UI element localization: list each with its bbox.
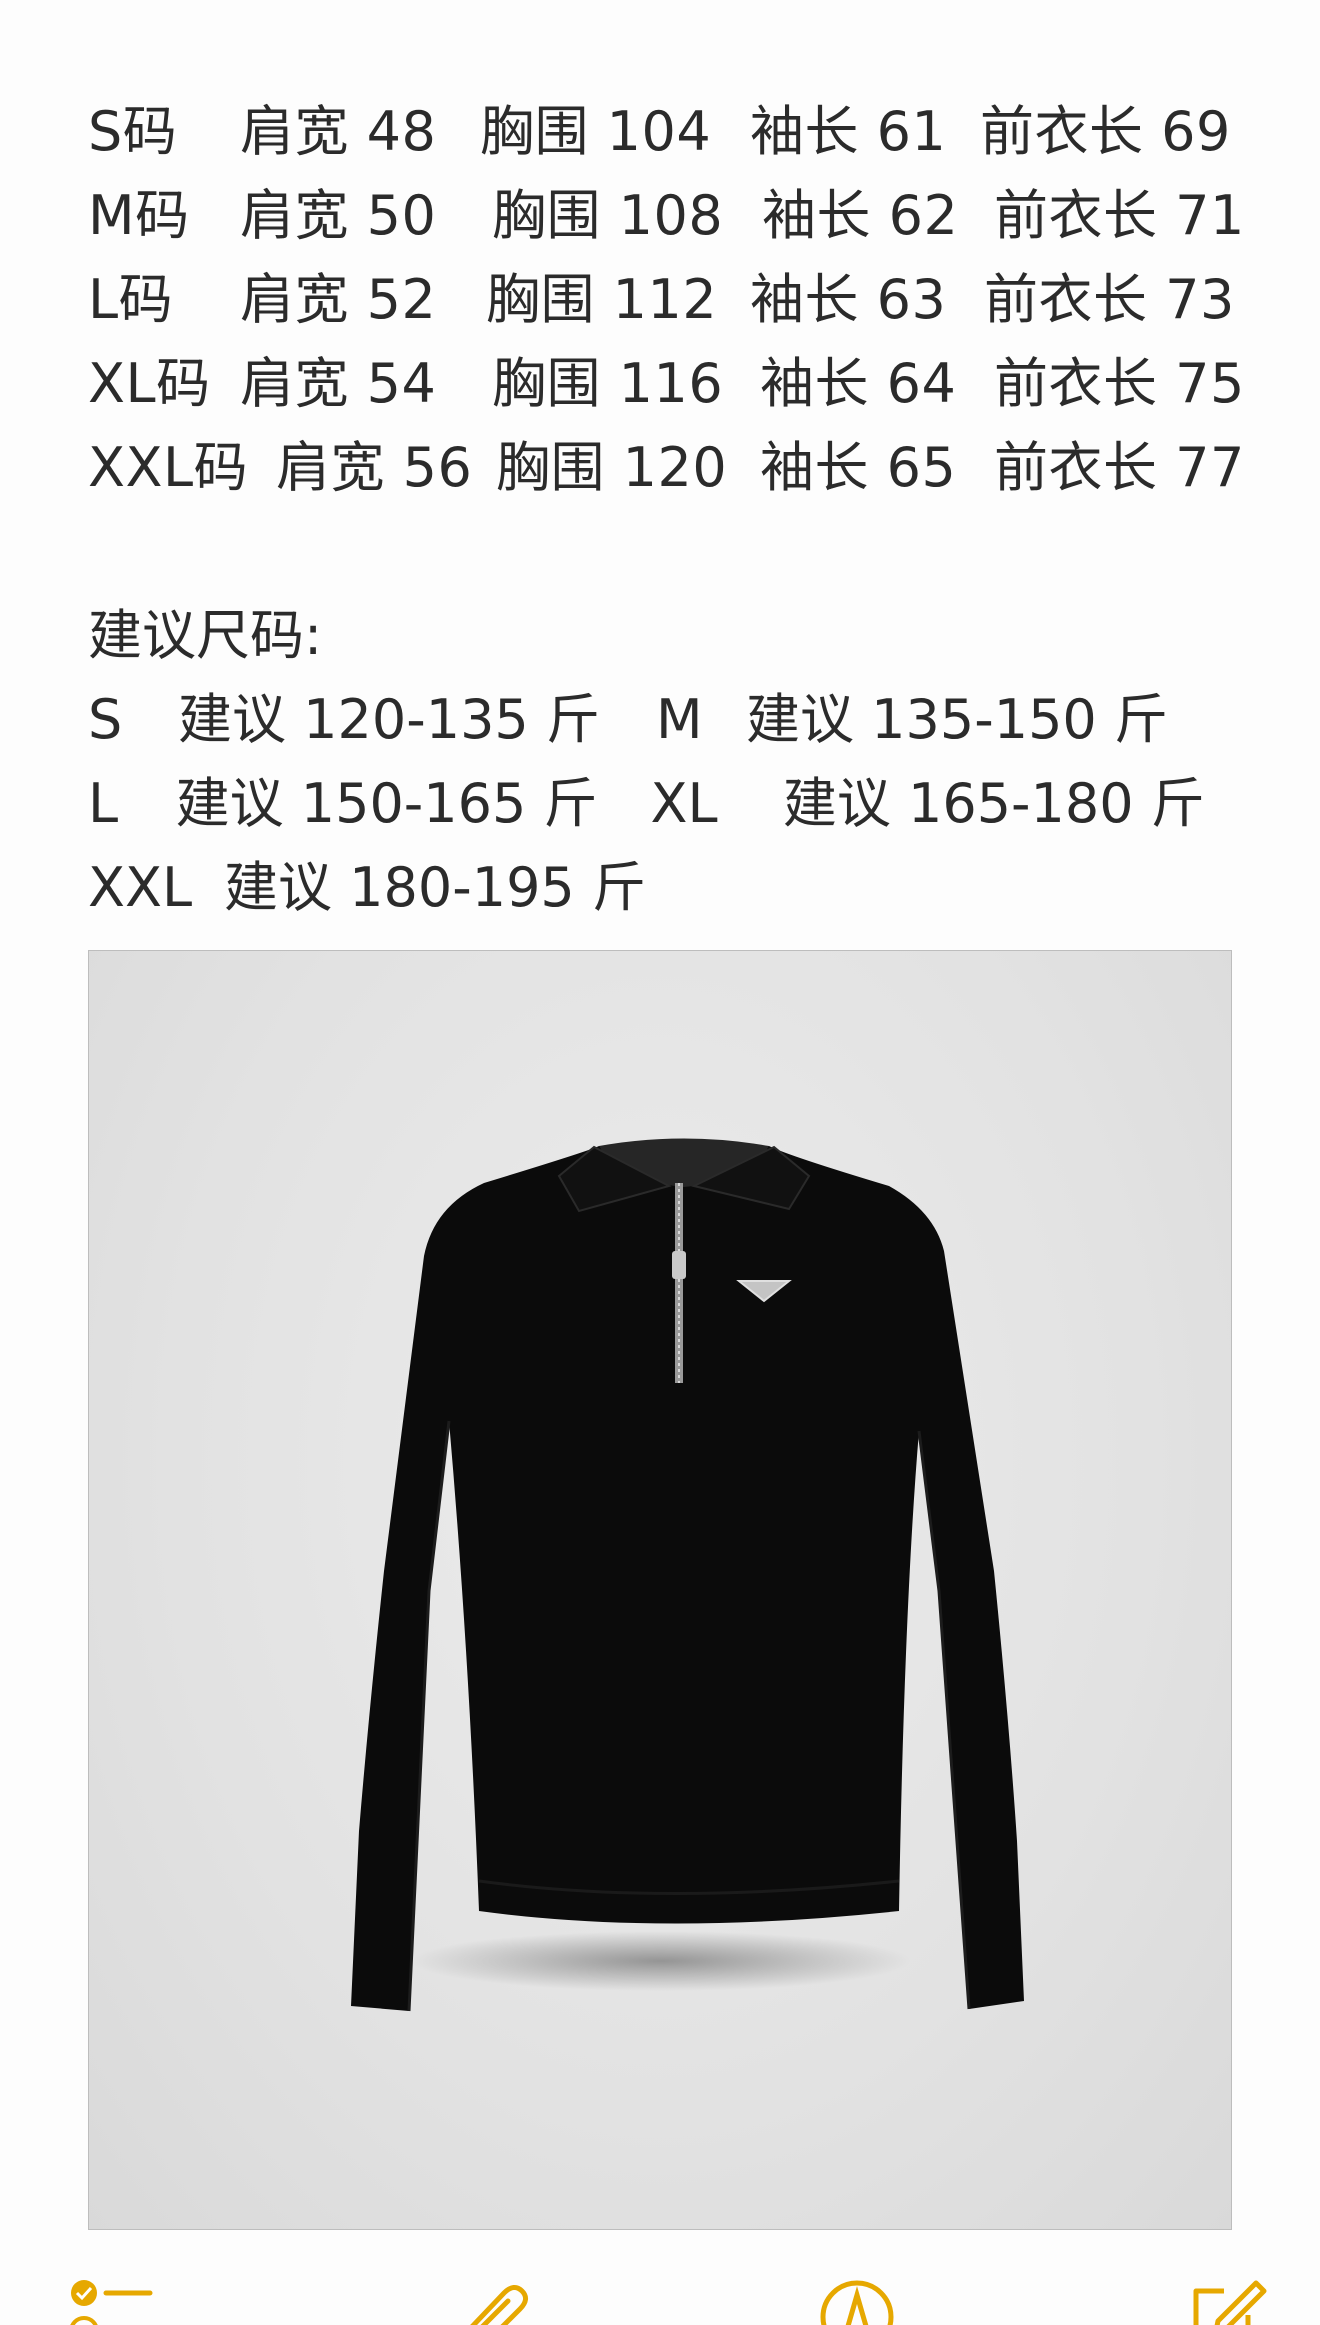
shoulder-width: 肩宽 56 [276,436,473,499]
size-row: XXL码 肩宽 56 胸围 120 袖长 65 前衣长 77 [88,426,1248,510]
sleeve-length: 袖长 61 [750,100,947,163]
attachment-icon[interactable] [446,2273,536,2325]
black-zip-polo-shirt-illustration [351,1138,1024,2012]
size-label: M码 [88,184,190,247]
size-label: L码 [88,268,174,331]
chest-circumference: 胸围 112 [486,268,718,331]
rec-weight-range: 建议 120-135 斤 [178,688,600,751]
size-label: XL码 [88,352,211,415]
size-row: XL码 肩宽 54 胸围 116 袖长 64 前衣长 75 [88,342,1248,426]
shoulder-width: 肩宽 48 [240,100,437,163]
chest-circumference: 胸围 104 [480,100,712,163]
sleeve-length: 袖长 62 [762,184,959,247]
shoulder-width: 肩宽 54 [240,352,437,415]
rec-weight-range: 建议 150-165 斤 [175,772,598,835]
recommendation-title: 建议尺码: [88,604,323,667]
rec-weight-range: 建议 135-150 斤 [746,688,1168,751]
rec-size-label: S [88,688,123,751]
recommendation-row: L 建议 150-165 斤 XL 建议 165-180 斤 [88,762,1248,846]
front-length: 前衣长 77 [994,436,1245,499]
product-photo[interactable] [88,950,1232,2230]
zipper-pull [672,1251,686,1279]
rec-weight-range: 建议 180-195 斤 [224,856,646,919]
recommendation-row: XXL 建议 180-195 斤 [88,846,1248,930]
rec-size-label: M [656,688,703,751]
recommendation-row: S 建议 120-135 斤 M 建议 135-150 斤 [88,678,1248,762]
compose-icon[interactable] [1184,2273,1274,2325]
front-length: 前衣长 71 [994,184,1245,247]
sleeve-length: 袖长 63 [750,268,947,331]
chest-circumference: 胸围 116 [492,352,724,415]
size-row: L码 肩宽 52 胸围 112 袖长 63 前衣长 73 [88,258,1248,342]
sleeve-length: 袖长 65 [760,436,957,499]
sleeve-length: 袖长 64 [760,352,957,415]
rec-weight-range: 建议 165-180 斤 [782,772,1205,835]
markup-icon[interactable] [812,2273,902,2325]
size-chart: S码 肩宽 48 胸围 104 袖长 61 前衣长 69 M码 肩宽 50 胸围… [88,90,1248,510]
front-length: 前衣长 73 [984,268,1235,331]
shoulder-width: 肩宽 52 [240,268,437,331]
rec-size-label: L [88,772,119,835]
shirt-body [351,1146,1024,2011]
rec-size-label: XXL [88,856,193,919]
size-row: M码 肩宽 50 胸围 108 袖长 62 前衣长 71 [88,174,1248,258]
front-length: 前衣长 69 [980,100,1231,163]
chest-circumference: 胸围 108 [492,184,724,247]
front-length: 前衣长 75 [994,352,1245,415]
note-content[interactable]: S码 肩宽 48 胸围 104 袖长 61 前衣长 69 M码 肩宽 50 胸围… [88,90,1248,930]
size-row: S码 肩宽 48 胸围 104 袖长 61 前衣长 69 [88,90,1248,174]
chest-circumference: 胸围 120 [496,436,728,499]
size-label: S码 [88,100,178,163]
size-label: XXL码 [88,436,249,499]
checklist-icon[interactable] [66,2273,156,2325]
rec-size-label: XL [650,772,718,835]
bottom-toolbar [0,2255,1320,2325]
notes-page: S码 肩宽 48 胸围 104 袖长 61 前衣长 69 M码 肩宽 50 胸围… [0,0,1320,2325]
shoulder-width: 肩宽 50 [240,184,437,247]
